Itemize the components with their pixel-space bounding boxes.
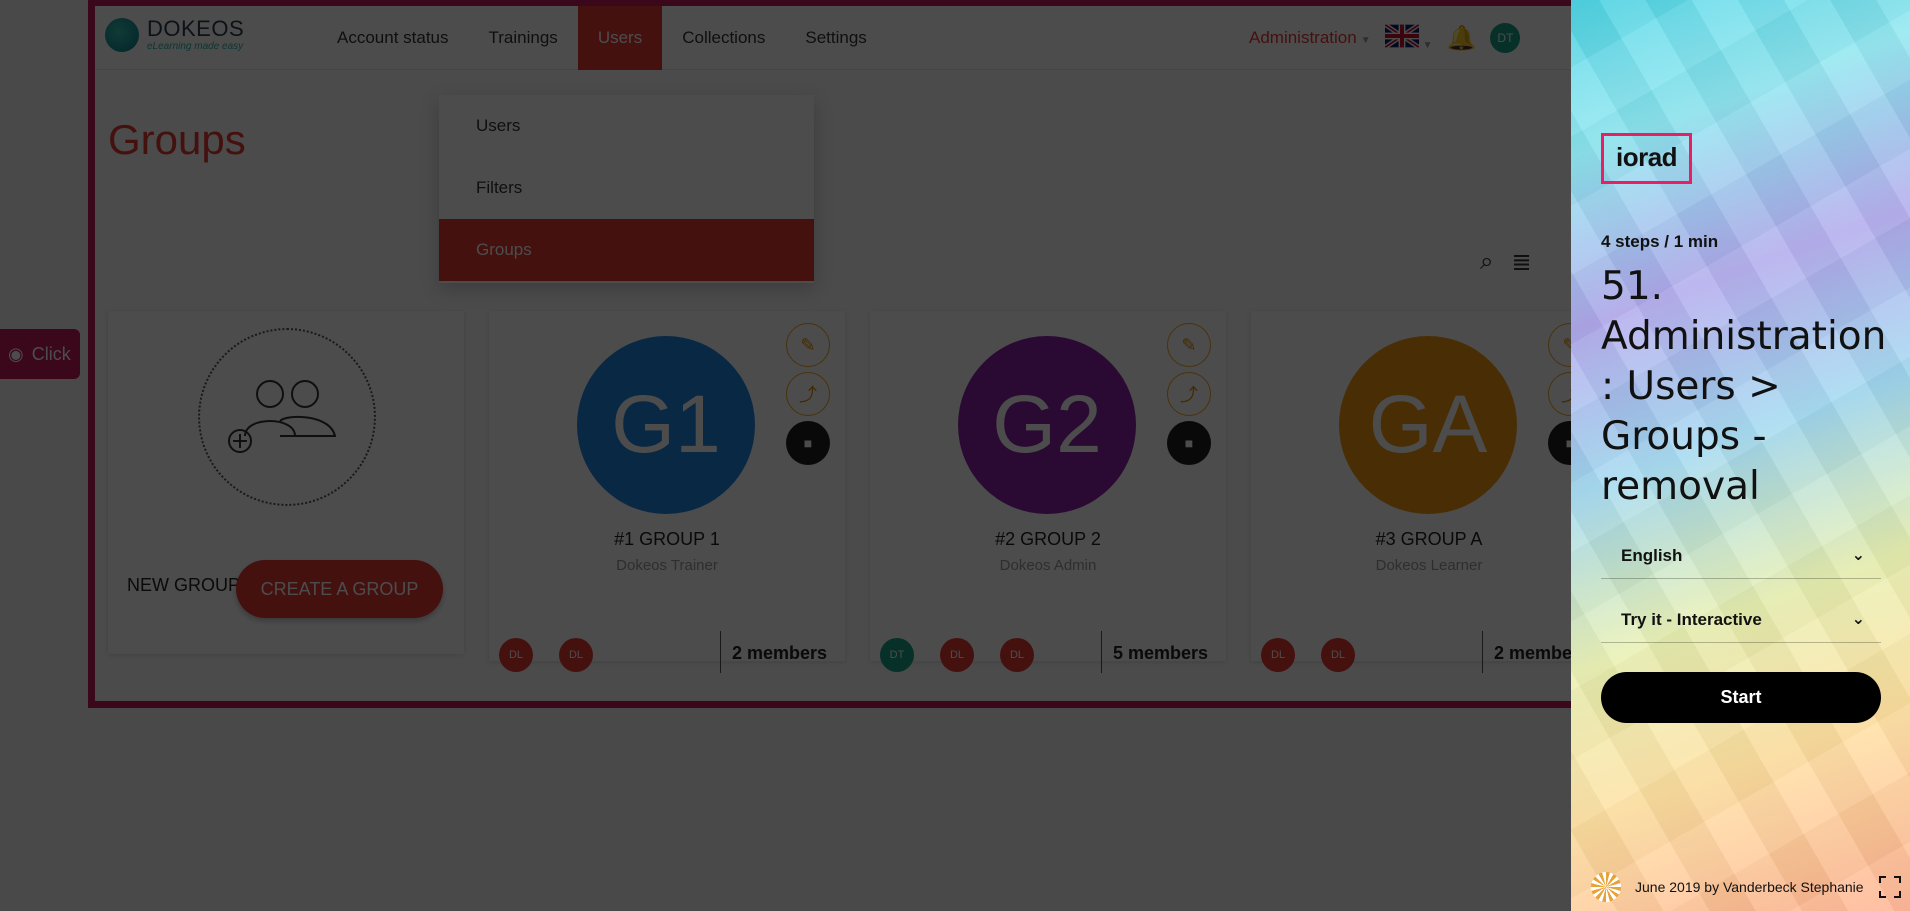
group-members: DT DL DL 5 members (870, 631, 1226, 673)
panel-footer: June 2019 by Vanderbeck Stephanie (1591, 872, 1901, 902)
menu-item-users[interactable]: Users (439, 95, 814, 157)
mode-value: Try it - Interactive (1621, 609, 1762, 629)
highlight-frame: DOKEOS eLearning made easy Account statu… (88, 0, 1571, 708)
member-count: 2 members (1494, 643, 1571, 663)
logo-tagline: eLearning made easy (147, 41, 244, 52)
nav-users[interactable]: Users (577, 6, 663, 70)
group-name: #1 GROUP 1 (614, 529, 720, 549)
edit-icon[interactable]: ✎ (786, 323, 830, 367)
edit-icon[interactable]: ✎ (1167, 323, 1211, 367)
user-avatar[interactable]: DT (1490, 23, 1521, 53)
member-avatar[interactable]: DL (499, 638, 533, 672)
group-badge: GA (1339, 336, 1517, 514)
top-navbar: DOKEOS eLearning made easy Account statu… (95, 6, 1571, 70)
iorad-logo[interactable]: iorad (1601, 133, 1693, 184)
stats-icon[interactable]: ⤴ (1167, 372, 1211, 416)
edit-icon[interactable]: ✎ (1548, 323, 1571, 367)
member-avatar[interactable]: DL (559, 638, 593, 672)
chevron-down-icon: ⌄ (1851, 611, 1865, 628)
administration-menu[interactable]: Administration ▼ (1249, 28, 1371, 48)
start-button[interactable]: Start (1601, 672, 1881, 723)
stats-icon[interactable]: ⤴ (786, 372, 830, 416)
member-count: 5 members (1113, 643, 1209, 663)
add-group-icon (228, 380, 337, 453)
group-role: Dokeos Learner (1375, 557, 1483, 574)
new-group-card: NEW GROUP CREATE A GROUP (108, 311, 464, 654)
nav-collections[interactable]: Collections (662, 6, 785, 70)
member-avatar[interactable]: DL (1000, 638, 1034, 672)
member-count: 2 members (732, 643, 828, 663)
chevron-down-icon: ⌄ (1851, 547, 1865, 564)
nav-right: Administration ▼ ▼ 🔔 DT (1249, 6, 1521, 70)
trash-icon[interactable]: ■ (1167, 421, 1211, 465)
stats-icon[interactable]: ⤴ (1548, 372, 1571, 416)
pointer-icon: ◉ (8, 343, 24, 364)
divider (1482, 631, 1483, 673)
member-avatar[interactable]: DL (1261, 638, 1295, 672)
group-card[interactable]: G1 ✎ ⤴ ■ #1 GROUP 1 Dokeos Trainer DL DL… (489, 311, 845, 673)
group-members: DL DL 2 members (489, 631, 845, 673)
group-members: DL DL 2 members (1251, 631, 1571, 673)
main-nav: Account status Trainings Users Collectio… (317, 6, 887, 70)
group-role: Dokeos Admin (999, 557, 1097, 574)
users-dropdown-menu: Users Filters Groups (439, 95, 814, 283)
nav-settings[interactable]: Settings (785, 6, 886, 70)
dokeos-logo[interactable]: DOKEOS eLearning made easy (105, 18, 244, 52)
group-name: #2 GROUP 2 (995, 529, 1101, 549)
dokeos-app: DOKEOS eLearning made easy Account statu… (0, 0, 1571, 911)
dokeos-logo-icon (105, 18, 139, 52)
group-badge: G2 (958, 336, 1136, 514)
group-card[interactable]: G2 ✎ ⤴ ■ #2 GROUP 2 Dokeos Admin DT DL D… (870, 311, 1226, 673)
list-view-icon[interactable]: ≣ (1511, 248, 1531, 277)
view-tools: ⌕ ≣ (1480, 248, 1532, 277)
page-title: Groups (108, 116, 246, 163)
trash-icon[interactable]: ■ (786, 421, 830, 465)
member-avatar[interactable]: DL (940, 638, 974, 672)
language-menu[interactable]: ▼ (1383, 22, 1433, 53)
divider (720, 631, 721, 673)
nav-trainings[interactable]: Trainings (469, 6, 578, 70)
menu-item-filters[interactable]: Filters (439, 157, 814, 219)
group-card[interactable]: GA ✎ ⤴ ■ #3 GROUP A Dokeos Learner DL DL… (1251, 311, 1571, 673)
member-avatar[interactable]: DL (1321, 638, 1355, 672)
group-role: Dokeos Trainer (616, 557, 718, 574)
group-name: #3 GROUP A (1375, 529, 1483, 549)
author-credit: June 2019 by Vanderbeck Stephanie (1635, 879, 1864, 895)
logo-name: DOKEOS (147, 16, 245, 41)
group-badge: G1 (577, 336, 755, 514)
uk-flag-icon (1383, 22, 1420, 49)
member-avatar[interactable]: DT (880, 638, 914, 672)
bell-icon[interactable]: 🔔 (1447, 24, 1477, 53)
nav-account-status[interactable]: Account status (317, 6, 469, 70)
create-group-button[interactable]: CREATE A GROUP (236, 560, 443, 618)
language-select[interactable]: English ⌄ (1601, 533, 1881, 579)
tutorial-meta: 4 steps / 1 min (1601, 232, 1719, 251)
click-hint: ◉ Click (0, 329, 80, 379)
fullscreen-icon[interactable] (1879, 876, 1901, 898)
chevron-down-icon: ▼ (1360, 35, 1371, 46)
divider (1101, 631, 1102, 673)
new-group-label: NEW GROUP (127, 575, 241, 595)
language-value: English (1621, 545, 1683, 565)
tutorial-title: 51. Administration : Users > Groups - re… (1601, 264, 1887, 509)
chevron-down-icon: ▼ (1422, 39, 1433, 51)
mode-select[interactable]: Try it - Interactive ⌄ (1601, 597, 1881, 643)
iorad-panel: iorad 4 steps / 1 min 51. Administration… (1571, 0, 1910, 911)
menu-item-groups[interactable]: Groups (439, 219, 814, 281)
author-logo-icon (1591, 872, 1621, 902)
administration-label: Administration (1249, 28, 1357, 47)
click-hint-label: Click (31, 343, 71, 364)
trash-icon[interactable]: ■ (1548, 421, 1571, 465)
search-icon[interactable]: ⌕ (1480, 248, 1493, 277)
